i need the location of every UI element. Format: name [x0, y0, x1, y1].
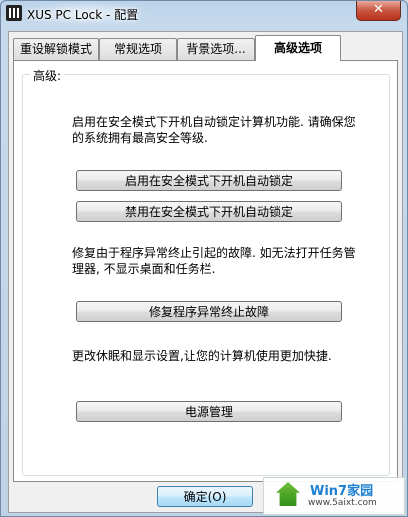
title-bar[interactable]: XUS PC Lock - 配置 ✕	[1, 1, 407, 27]
repair-description: 修复由于程序异常终止引起的故障. 如无法打开任务管理器, 不显示桌面和任务栏.	[72, 246, 356, 276]
power-description: 更改休眠和显示设置,让您的计算机使用更加快捷.	[72, 349, 332, 363]
advanced-group-label: 高级:	[30, 67, 65, 84]
watermark-url: www.5aixt.com	[308, 498, 377, 508]
window-title: XUS PC Lock - 配置	[27, 8, 139, 22]
advanced-tab-panel: 高级: 启用在安全模式下开机自动锁定计算机功能. 请确保您的系统拥有最高安全等级…	[13, 60, 398, 482]
tab-reset-unlock-mode[interactable]: 重设解锁模式	[13, 38, 99, 60]
close-icon: ✕	[373, 2, 384, 17]
watermark-title: Win7家园	[310, 484, 374, 499]
site-watermark: Win7家园 www.5aixt.com	[263, 477, 405, 515]
power-management-button[interactable]: 电源管理	[76, 401, 342, 422]
tab-background-options[interactable]: 背景选项...	[177, 38, 255, 60]
repair-abnormal-termination-button[interactable]: 修复程序异常终止故障	[76, 301, 342, 322]
close-button[interactable]: ✕	[356, 1, 401, 21]
disable-safe-mode-lock-button[interactable]: 禁用在安全模式下开机自动锁定	[76, 201, 342, 222]
config-window: XUS PC Lock - 配置 ✕ 重设解锁模式 常规选项 背景选项... 高…	[0, 0, 408, 517]
app-lock-icon[interactable]	[6, 5, 22, 21]
tab-general-options[interactable]: 常规选项	[99, 38, 177, 60]
enable-safe-mode-lock-button[interactable]: 启用在安全模式下开机自动锁定	[76, 170, 342, 191]
tab-advanced-options[interactable]: 高级选项	[255, 35, 341, 61]
house-logo-icon	[276, 482, 300, 506]
safe-mode-description: 启用在安全模式下开机自动锁定计算机功能. 请确保您的系统拥有最高安全等级.	[72, 115, 356, 145]
ok-button[interactable]: 确定(O)	[157, 486, 253, 507]
dialog-body: 重设解锁模式 常规选项 背景选项... 高级选项 高级: 启用在安全模式下开机自…	[8, 31, 403, 513]
